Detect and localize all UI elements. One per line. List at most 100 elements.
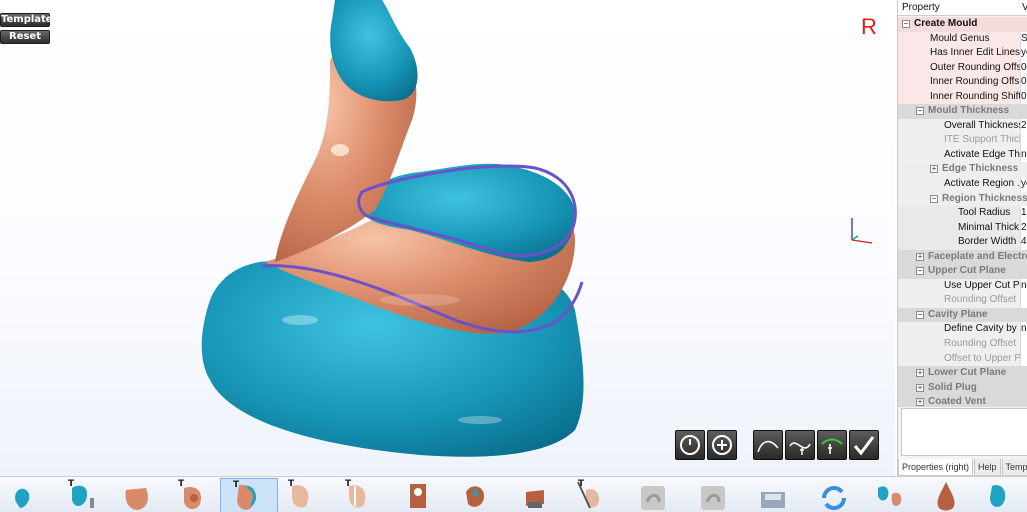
property-value[interactable] xyxy=(1020,293,1027,308)
property-value[interactable] xyxy=(1020,351,1027,367)
export-tool[interactable] xyxy=(972,478,1027,512)
panel-tab-2[interactable]: Temp xyxy=(1001,459,1027,476)
finish-tool[interactable]: T xyxy=(566,478,624,512)
expand-icon[interactable]: + xyxy=(916,369,924,378)
draw-curve-button[interactable] xyxy=(753,430,783,460)
property-label: Coated Vent xyxy=(928,396,986,407)
property-label: Tool Radius xyxy=(958,207,1011,219)
add-point-button[interactable] xyxy=(707,430,737,460)
property-value[interactable]: 2. xyxy=(1020,220,1027,236)
collapse-icon[interactable]: − xyxy=(916,267,924,276)
property-value[interactable]: 2. xyxy=(1020,118,1027,134)
undo-button[interactable] xyxy=(675,430,705,460)
property-row-11[interactable]: Activate Region ...ye xyxy=(898,177,1027,192)
property-value[interactable]: 0. xyxy=(1020,60,1027,76)
property-value[interactable]: 4. xyxy=(1020,235,1027,250)
property-value[interactable]: St xyxy=(1020,31,1027,47)
category-row-24[interactable]: + Lower Cut Plane xyxy=(898,366,1027,381)
cut-shell-tool[interactable] xyxy=(112,478,170,512)
category-row-10[interactable]: + Edge Thickness xyxy=(898,162,1027,178)
category-row-16[interactable]: + Faceplate and Electro xyxy=(898,249,1027,265)
drop-tool[interactable] xyxy=(918,478,976,512)
compare-tool[interactable] xyxy=(864,478,922,512)
property-row-22[interactable]: Rounding Offset ... xyxy=(898,337,1027,352)
mould-edit-tool[interactable]: T xyxy=(333,478,391,512)
category-row-17[interactable]: − Upper Cut Plane xyxy=(898,264,1027,279)
create-mould-icon xyxy=(237,484,256,510)
property-row-21[interactable]: Define Cavity by ...no xyxy=(898,322,1027,338)
expand-icon[interactable]: + xyxy=(930,165,938,174)
property-row-14[interactable]: Minimal Thick...2. xyxy=(898,220,1027,236)
expand-icon[interactable]: + xyxy=(916,383,924,392)
property-row-18[interactable]: Use Upper Cut Pl...no xyxy=(898,278,1027,294)
disabled-tool-a[interactable] xyxy=(625,478,683,512)
category-row-20[interactable]: − Cavity Plane xyxy=(898,307,1027,323)
collapse-icon[interactable]: − xyxy=(902,20,910,28)
property-row-8[interactable]: ITE Support Thick... xyxy=(898,133,1027,148)
property-row-4[interactable]: Inner Rounding Offset0. xyxy=(898,75,1027,90)
disabled-tool-b[interactable] xyxy=(685,478,743,512)
property-value[interactable]: no xyxy=(1020,278,1027,294)
vent-tool[interactable] xyxy=(392,478,450,512)
edit-tool-group-right xyxy=(753,430,879,460)
confirm-button[interactable] xyxy=(849,430,879,460)
reset-button[interactable]: Reset xyxy=(0,30,50,44)
property-value[interactable] xyxy=(1020,337,1027,352)
panel-tab-1[interactable]: Help xyxy=(974,459,1001,476)
label-tool[interactable] xyxy=(508,478,566,512)
viewport-3d[interactable]: Template Reset R xyxy=(0,0,895,476)
property-value[interactable] xyxy=(1020,133,1027,148)
expand-icon[interactable]: + xyxy=(916,398,924,407)
refresh-tool[interactable] xyxy=(808,478,866,512)
property-row-13[interactable]: Tool Radius 10 xyxy=(898,206,1027,221)
sculpt-icon xyxy=(466,486,484,507)
category-row-26[interactable]: + Coated Vent xyxy=(898,395,1027,407)
property-row-5[interactable]: Inner Rounding Shift0. xyxy=(898,89,1027,105)
template-button[interactable]: Template xyxy=(0,13,53,27)
move-curve-icon xyxy=(821,438,843,454)
trim-tool[interactable]: T xyxy=(56,478,114,512)
panel-tab-0[interactable]: Properties (right) xyxy=(898,459,974,476)
property-row-3[interactable]: Outer Rounding Offs...0. xyxy=(898,60,1027,76)
category-row-25[interactable]: + Solid Plug xyxy=(898,380,1027,396)
property-row-2[interactable]: Has Inner Edit Linesye xyxy=(898,46,1027,61)
property-label: Border Width xyxy=(958,236,1017,248)
collapse-icon[interactable]: − xyxy=(916,107,924,116)
collapse-icon[interactable]: − xyxy=(930,194,938,203)
property-value[interactable]: ye xyxy=(1020,46,1027,61)
create-mould-tool[interactable]: T xyxy=(220,478,278,512)
sculpt-tool[interactable] xyxy=(450,478,508,512)
property-row-9[interactable]: Activate Edge Thi...no xyxy=(898,147,1027,163)
smooth-curve-button[interactable] xyxy=(785,430,815,460)
value-column-header[interactable]: V xyxy=(1022,2,1027,13)
property-value[interactable]: ye xyxy=(1020,177,1027,192)
property-label: Activate Region ... xyxy=(944,178,1026,190)
tool-template-mark: T xyxy=(68,479,75,489)
import-scan-tool[interactable] xyxy=(0,478,58,512)
property-value[interactable]: 0. xyxy=(1020,75,1027,90)
move-curve-button[interactable] xyxy=(817,430,847,460)
property-column-header[interactable]: Property xyxy=(902,2,940,13)
category-row-0[interactable]: − Create Mould xyxy=(898,17,1027,32)
faceplate-tool[interactable]: T xyxy=(276,478,334,512)
property-row-1[interactable]: Mould Genus St xyxy=(898,31,1027,47)
category-row-12[interactable]: − Region Thickness xyxy=(898,191,1027,207)
save-tool[interactable] xyxy=(745,478,803,512)
property-row-19[interactable]: Rounding Offset ... xyxy=(898,293,1027,308)
property-description xyxy=(901,408,1027,456)
expand-icon[interactable]: + xyxy=(916,252,924,261)
collapse-icon[interactable]: − xyxy=(916,310,924,319)
property-row-15[interactable]: Border Width4. xyxy=(898,235,1027,250)
property-grid: −Create MouldMould GenusStHas Inner Edit… xyxy=(898,17,1027,407)
canal-tool[interactable]: T xyxy=(166,478,224,512)
property-value[interactable]: 10 xyxy=(1020,206,1027,221)
category-row-6[interactable]: − Mould Thickness xyxy=(898,104,1027,119)
property-value[interactable]: 0. xyxy=(1020,89,1027,105)
property-row-23[interactable]: Offset to Upper P... xyxy=(898,351,1027,367)
property-value[interactable]: no xyxy=(1020,147,1027,163)
property-row-7[interactable]: Overall Thickness2. xyxy=(898,118,1027,134)
property-label: Define Cavity by ... xyxy=(944,323,1027,335)
property-label: Activate Edge Thi... xyxy=(944,148,1027,160)
ear-mould-model[interactable] xyxy=(190,0,600,470)
property-value[interactable]: no xyxy=(1020,322,1027,338)
